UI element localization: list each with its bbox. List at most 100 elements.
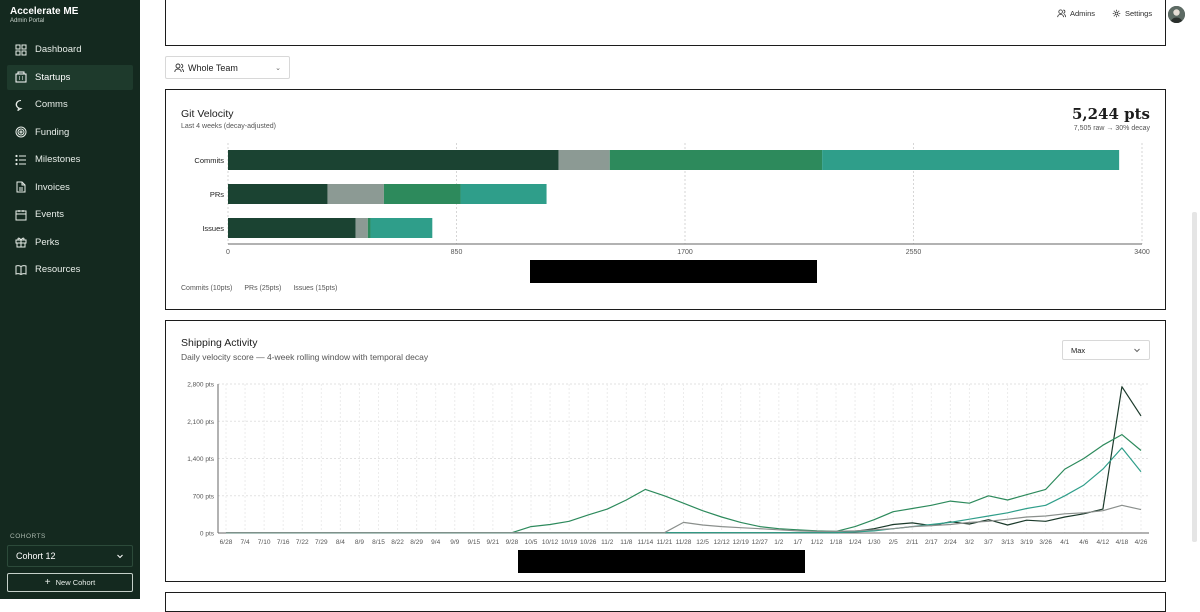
x-tick-label: 8/29 xyxy=(410,539,423,546)
shipping-title: Shipping Activity xyxy=(181,337,258,349)
chevron-down-icon xyxy=(117,554,123,559)
sidebar-item-perks[interactable]: Perks xyxy=(7,230,133,255)
avatar[interactable] xyxy=(1168,6,1185,23)
new-cohort-button[interactable]: + New Cohort xyxy=(7,573,133,592)
x-tick-label: 11/14 xyxy=(637,539,653,546)
sidebar-item-dashboard[interactable]: Dashboard xyxy=(7,37,133,62)
x-tick-label: 12/5 xyxy=(696,539,709,546)
x-tick-label: 1700 xyxy=(677,249,693,256)
sidebar-item-label: Invoices xyxy=(35,181,70,193)
sidebar-item-milestones[interactable]: Milestones xyxy=(7,147,133,172)
x-tick-label: 7/10 xyxy=(258,539,271,546)
x-tick-label: 850 xyxy=(451,249,463,256)
team-filter-select[interactable]: Whole Team ⌄ xyxy=(165,56,290,79)
x-tick-label: 11/28 xyxy=(676,539,692,546)
x-tick-label: 11/8 xyxy=(620,539,633,546)
shipping-activity-card: Shipping Activity Daily velocity score —… xyxy=(165,320,1166,582)
x-tick-label: 8/22 xyxy=(391,539,404,546)
x-tick-label: 6/28 xyxy=(220,539,233,546)
x-tick-label: 2/5 xyxy=(889,539,898,546)
x-tick-label: 12/19 xyxy=(733,539,750,546)
x-tick-label: 3/26 xyxy=(1039,539,1052,546)
y-tick-label: 700 pts xyxy=(193,493,215,500)
y-tick-label: 0 pts xyxy=(200,531,215,538)
sidebar-item-events[interactable]: Events xyxy=(7,202,133,227)
user-avatar-icon xyxy=(1168,6,1185,23)
sidebar-item-label: Resources xyxy=(35,264,81,275)
shipping-subtitle: Daily velocity score — 4-week rolling wi… xyxy=(181,352,429,362)
redacted-region xyxy=(518,550,805,573)
sidebar-item-label: Startups xyxy=(35,71,71,83)
x-tick-label: 12/27 xyxy=(752,539,769,546)
team-filter-value: Whole Team xyxy=(188,62,238,73)
x-tick-label: 7/16 xyxy=(277,539,290,546)
bar-segment xyxy=(383,184,461,204)
legend-item-issues: Issues (15pts) xyxy=(293,285,338,292)
category-label: Commits xyxy=(194,156,224,165)
x-tick-label: 11/2 xyxy=(601,539,614,546)
x-tick-label: 3/19 xyxy=(1020,539,1033,546)
y-tick-label: 2,800 pts xyxy=(187,382,214,389)
bar-segment xyxy=(367,218,371,238)
x-tick-label: 1/7 xyxy=(793,539,802,546)
x-tick-label: 9/9 xyxy=(450,539,459,546)
bar-segment xyxy=(228,218,356,238)
x-tick-label: 7/29 xyxy=(315,539,328,546)
category-label: PRs xyxy=(210,190,224,199)
bar-segment xyxy=(460,184,547,204)
x-tick-label: 1/12 xyxy=(811,539,824,546)
building-icon xyxy=(15,71,27,83)
x-tick-label: 10/12 xyxy=(542,539,559,546)
range-select[interactable]: Max xyxy=(1062,340,1150,360)
x-tick-label: 2/17 xyxy=(925,539,938,546)
git-velocity-total-sub: 7,505 raw → 30% decay xyxy=(1073,125,1150,132)
sidebar-item-comms[interactable]: Comms xyxy=(7,92,133,117)
gift-icon xyxy=(15,237,27,248)
x-tick-label: 12/12 xyxy=(713,539,730,546)
x-tick-label: 3400 xyxy=(1134,249,1150,256)
x-tick-label: 4/26 xyxy=(1135,539,1148,546)
grid-icon xyxy=(15,44,27,55)
x-tick-label: 2/24 xyxy=(944,539,957,546)
sidebar-item-startups[interactable]: Startups xyxy=(7,64,133,90)
x-tick-label: 2/11 xyxy=(906,539,919,546)
bar-segment xyxy=(370,218,433,238)
sidebar-item-label: Dashboard xyxy=(35,44,82,55)
x-tick-label: 3/13 xyxy=(1001,539,1014,546)
x-tick-label: 10/19 xyxy=(561,539,578,546)
x-tick-label: 0 xyxy=(226,249,230,256)
git-velocity-chart: 0 850 1700 2550 3400 Commits PRs Issues xyxy=(194,143,1150,256)
bar-segment xyxy=(355,218,368,238)
calendar-icon xyxy=(15,209,27,220)
y-tick-label: 2,100 pts xyxy=(187,419,214,426)
x-tick-label: 1/30 xyxy=(868,539,881,546)
document-icon xyxy=(16,181,26,193)
sidebar-item-label: Milestones xyxy=(35,154,81,165)
sidebar-item-label: Funding xyxy=(35,126,70,138)
sidebar-item-label: Perks xyxy=(35,236,60,248)
x-tick-label: 3/7 xyxy=(984,539,993,546)
git-velocity-subtitle: Last 4 weeks (decay-adjusted) xyxy=(181,123,276,130)
git-velocity-card: Git Velocity Last 4 weeks (decay-adjuste… xyxy=(165,89,1166,310)
book-icon xyxy=(15,264,27,275)
sidebar-item-resources[interactable]: Resources xyxy=(7,257,133,282)
x-tick-label: 2550 xyxy=(906,249,922,256)
sidebar: Accelerate ME Admin Portal Dashboard Sta… xyxy=(0,0,140,599)
next-card xyxy=(165,592,1166,612)
cohort-select[interactable]: Cohort 12 xyxy=(7,545,133,567)
x-tick-label: 1/18 xyxy=(830,539,843,546)
chat-icon xyxy=(15,99,23,111)
x-tick-label: 3/2 xyxy=(965,539,974,546)
brand: Accelerate ME Admin Portal xyxy=(10,6,78,24)
redacted-region xyxy=(530,260,817,283)
legend-item-prs: PRs (25pts) xyxy=(244,285,282,292)
users-icon xyxy=(174,63,184,72)
x-tick-label: 1/2 xyxy=(774,539,783,546)
sidebar-item-invoices[interactable]: Invoices xyxy=(7,175,133,200)
x-tick-label: 8/15 xyxy=(372,539,385,546)
scrollbar[interactable] xyxy=(1192,212,1197,542)
new-cohort-label: New Cohort xyxy=(55,578,96,587)
previous-card xyxy=(165,0,1166,46)
sidebar-item-funding[interactable]: Funding xyxy=(7,120,133,145)
sidebar-nav: Dashboard Startups Comms Funding Milesto… xyxy=(7,37,133,285)
